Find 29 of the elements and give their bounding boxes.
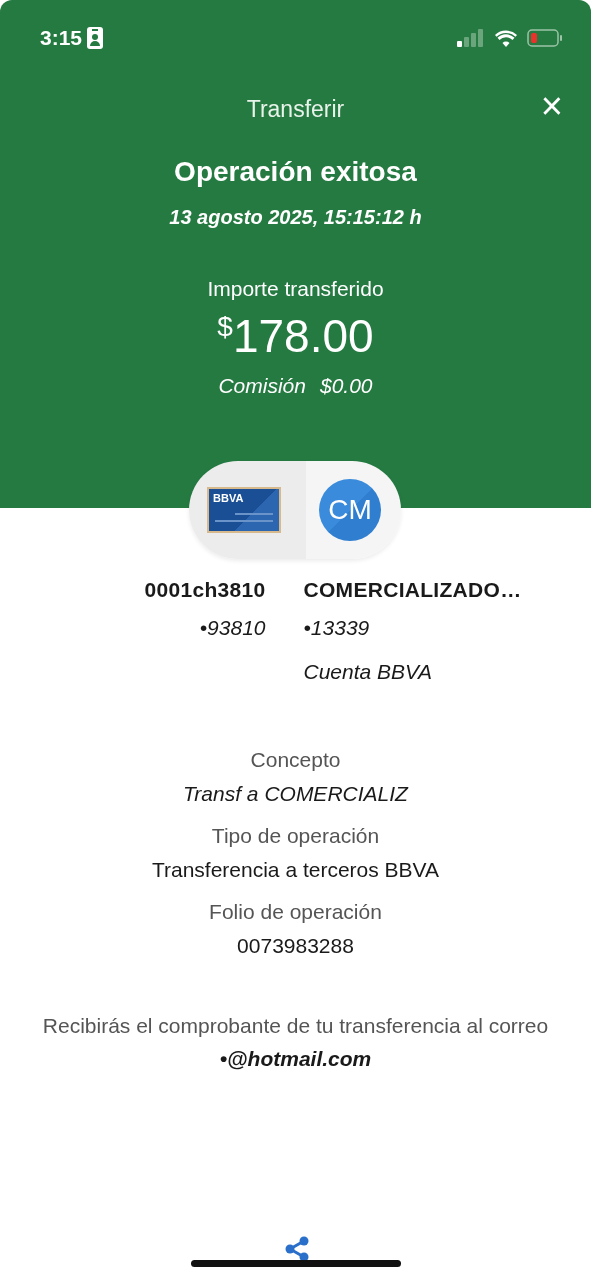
detail-value: Transferencia a terceros BBVA [150,858,441,882]
recipient-name: COMERCIALIZADO… [303,578,523,603]
share-icon[interactable] [284,1236,310,1262]
bank-card-icon: BBVA [207,487,281,533]
detail-value: Transf a COMERCIALIZ [182,782,410,806]
operation-date: 13 agosto 2025, 15:15:12 h [168,206,423,229]
screen-title: Transferir [246,95,345,123]
wifi-icon [495,29,517,47]
fee-amount: $0.00 [320,374,373,398]
detail-label: Tipo de operación [210,824,381,848]
transferred-amount: $^{$}$178.00 [216,309,375,362]
origin-account-number: •93810 [198,616,266,640]
recipient-bank: Cuenta BBVA [303,660,433,684]
id-badge-icon [87,27,104,49]
origin-account-name: 0001ch3810 [143,578,266,603]
email-address: •@hotmail.com [218,1047,373,1071]
detail-label: Concepto [249,748,342,772]
amount-label: Importe transferido [206,277,385,301]
fee-label: Comisión [218,374,306,398]
close-button[interactable]: × [536,86,567,126]
recipient-avatar: CM [319,479,381,541]
detail-value: 0073983288 [236,934,355,958]
success-heading: Operación exitosa [173,156,418,188]
recipient-account-number: •13339 [303,616,371,640]
notice-text: Recibirás el comprobante de tu transferencia al correo [41,1013,550,1039]
signal-icon [457,29,485,47]
detail-label: Folio de operación [208,900,383,924]
clock: 3:15 [40,26,83,50]
battery-icon [527,29,563,47]
